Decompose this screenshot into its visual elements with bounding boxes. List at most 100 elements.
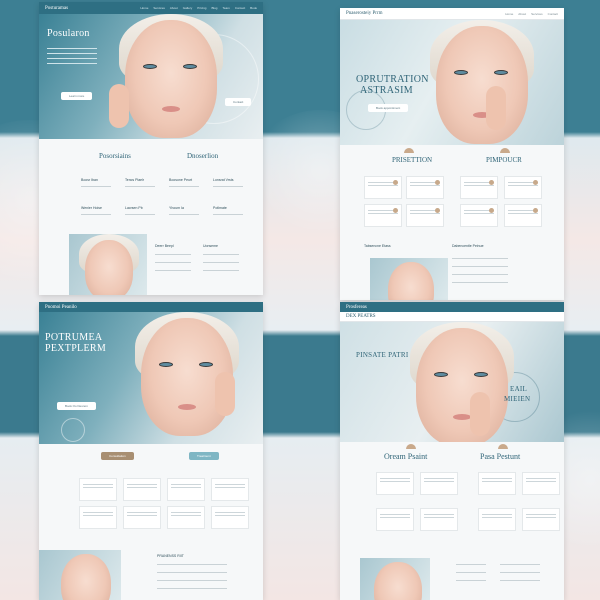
model-hand	[215, 372, 235, 416]
service-card[interactable]	[123, 506, 161, 529]
service-card[interactable]	[211, 506, 249, 529]
list-line	[157, 588, 227, 589]
nav-item[interactable]: Pricing	[197, 6, 206, 10]
feature-text	[213, 214, 243, 215]
header-bar: Pnaserosteiy Prrm Home About Services Co…	[340, 8, 564, 20]
nav-item[interactable]: Blog	[211, 6, 217, 10]
consultation-button[interactable]: Consultation	[101, 452, 134, 460]
eye-icon	[143, 64, 157, 69]
service-card[interactable]	[376, 508, 414, 531]
model-thumbnail	[69, 234, 147, 295]
model-portrait	[436, 26, 528, 144]
brand-logo[interactable]: Pnaserosteiy Prrm	[346, 11, 383, 16]
hero-cta-button[interactable]: Learn more	[61, 92, 93, 100]
service-card[interactable]	[406, 176, 444, 199]
list-line	[456, 572, 486, 573]
feature-title: Boosr Iban	[81, 178, 98, 182]
hero-section: POTRUMEA PEXTPLERM Book Oo Desnon	[39, 312, 263, 444]
hero-title: POTRUMEA	[45, 332, 103, 343]
card-icon	[435, 180, 440, 185]
nav-item[interactable]: Contact	[548, 12, 558, 16]
card-icon	[435, 208, 440, 213]
nav-item[interactable]: Gallery	[183, 6, 193, 10]
service-card[interactable]	[460, 204, 498, 227]
list-line	[155, 254, 191, 255]
section-title-left: Posorsiains	[99, 152, 131, 160]
model-hand	[486, 86, 506, 130]
hero-cta-button[interactable]: Book appointment	[368, 104, 409, 112]
list-line	[500, 580, 540, 581]
service-card[interactable]	[420, 472, 458, 495]
service-card[interactable]	[167, 506, 205, 529]
nav-item[interactable]: Services	[531, 12, 543, 16]
list-line	[500, 564, 540, 565]
nav-item[interactable]: Team	[222, 6, 229, 10]
feature-text	[125, 214, 155, 215]
feature-text	[81, 186, 111, 187]
service-card[interactable]	[376, 472, 414, 495]
sub-nav-label[interactable]: DEX PEATRS	[346, 314, 376, 319]
mockup-panel-top-right: Pnaserosteiy Prrm Home About Services Co…	[340, 8, 564, 300]
service-card[interactable]	[504, 204, 542, 227]
service-card[interactable]	[420, 508, 458, 531]
service-card[interactable]	[211, 478, 249, 501]
model-thumbnail	[360, 558, 430, 600]
hero-section: PINSATE PATRI EAIL MIEIEN	[340, 322, 564, 442]
brand-logo[interactable]: Prosfereas	[346, 305, 367, 310]
section-logo-icon	[498, 444, 508, 449]
model-thumbnail	[370, 258, 448, 300]
treatment-button[interactable]: Treatment	[189, 452, 219, 460]
service-card[interactable]	[522, 508, 560, 531]
nav-item[interactable]: Home	[140, 6, 148, 10]
list-line	[157, 572, 227, 573]
service-card[interactable]	[364, 176, 402, 199]
model-hand	[470, 392, 490, 436]
service-card[interactable]	[478, 508, 516, 531]
feature-title: Tencs Plaelr	[125, 178, 145, 182]
feature-title: Wenier Hoise	[81, 206, 102, 210]
feature-text	[81, 214, 111, 215]
service-card[interactable]	[364, 204, 402, 227]
hero-title: OPRUTRATION	[356, 74, 429, 85]
nav-item[interactable]: Book	[250, 6, 257, 10]
service-card[interactable]	[79, 478, 117, 501]
section-logo-icon	[500, 148, 510, 153]
model-portrait	[61, 554, 111, 600]
section-logo-icon	[406, 444, 416, 449]
brand-logo[interactable]: Posturamas	[45, 6, 68, 11]
service-card[interactable]	[460, 176, 498, 199]
brand-logo[interactable]: Pnomoi Peanilo	[45, 305, 77, 310]
service-card[interactable]	[478, 472, 516, 495]
sub-header-bar: DEX PEATRS	[340, 312, 564, 322]
service-card[interactable]	[522, 472, 560, 495]
hero-title: PINSATE PATRI	[356, 351, 409, 359]
model-portrait	[416, 328, 508, 442]
list-line	[452, 258, 508, 259]
list-line	[203, 270, 239, 271]
service-card[interactable]	[167, 478, 205, 501]
list-line	[155, 270, 191, 271]
subsection-title: Uonseme	[203, 244, 218, 248]
nav-item[interactable]: Home	[505, 12, 513, 16]
hero-cta-button[interactable]: Book Oo Desnon	[57, 402, 96, 410]
mockup-panel-top-left: Posturamas Home Services About Gallery P…	[39, 2, 263, 295]
card-icon	[489, 180, 494, 185]
feature-text	[213, 186, 243, 187]
feature-title: Lonsrat Vrsts	[213, 178, 234, 182]
list-line	[452, 274, 508, 275]
hero-section: Posularon Learn more Contact	[39, 14, 263, 139]
service-card[interactable]	[406, 204, 444, 227]
nav-item[interactable]: About	[170, 6, 178, 10]
nav-item[interactable]: Services	[153, 6, 165, 10]
feature-title: Potlmate	[213, 206, 227, 210]
nav-item[interactable]: Contact	[235, 6, 245, 10]
service-card[interactable]	[123, 478, 161, 501]
model-thumbnail	[39, 550, 121, 600]
nav-item[interactable]: About	[518, 12, 526, 16]
service-card[interactable]	[504, 176, 542, 199]
feature-text	[125, 186, 155, 187]
service-card[interactable]	[79, 506, 117, 529]
section-logo-icon	[404, 148, 414, 153]
subsection-title: PRANENSS RIIT	[157, 554, 184, 558]
hero-contact-button[interactable]: Contact	[225, 98, 252, 106]
